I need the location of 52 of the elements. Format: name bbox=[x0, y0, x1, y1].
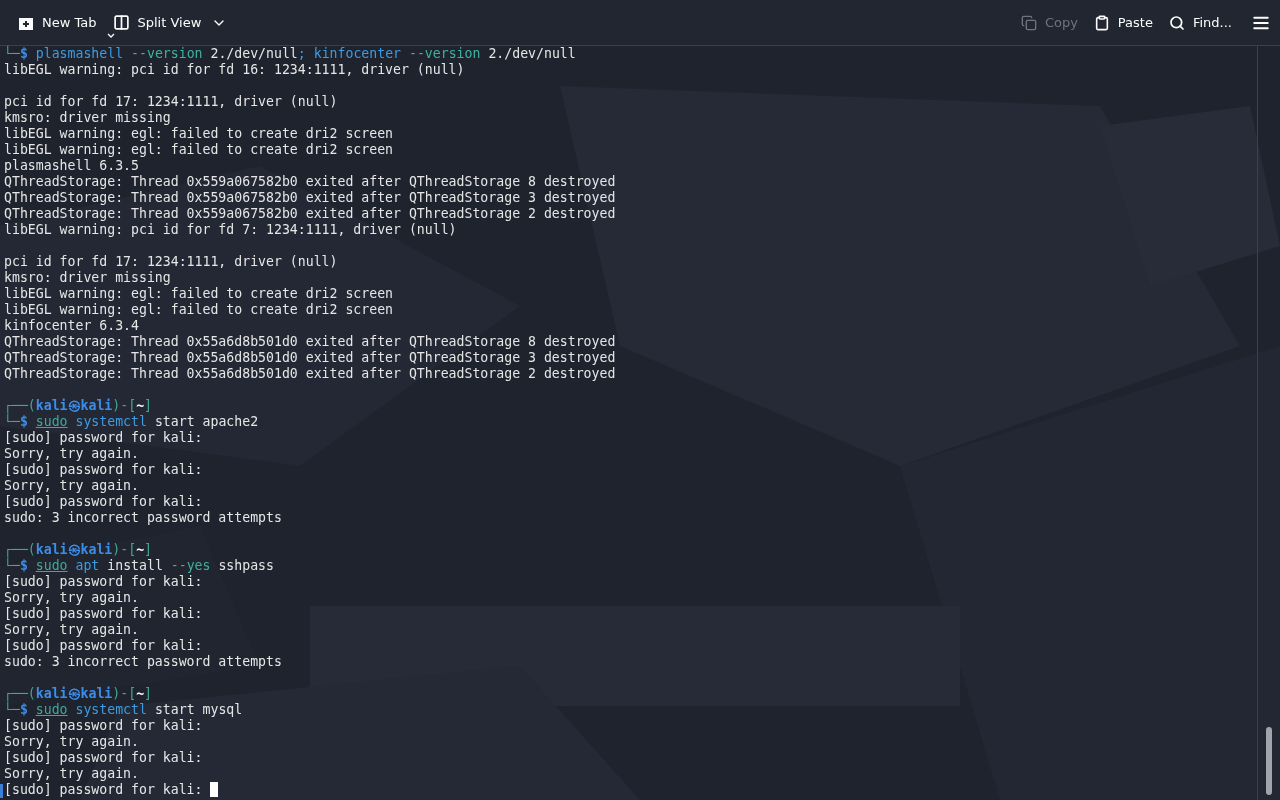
terminal-line: kmsro: driver missing bbox=[4, 270, 171, 286]
terminal-line: libEGL warning: egl: failed to create dri2 screen bbox=[4, 126, 394, 142]
terminal-line: [sudo] password for kali: bbox=[4, 430, 203, 446]
terminal-line: sudo: 3 incorrect password attempts bbox=[4, 510, 282, 526]
new-tab-button[interactable]: New Tab bbox=[12, 8, 103, 37]
terminal-line: Sorry, try again. bbox=[4, 734, 139, 750]
terminal-line: └─$ plasmashell --version 2./dev/null; kinfocenter --version 2./dev/null bbox=[4, 46, 576, 62]
terminal-line: ┌──(kali㉿kali)-[~] bbox=[4, 542, 153, 558]
search-icon bbox=[1168, 14, 1185, 31]
terminal-line: pci id for fd 17: 1234:1111, driver (null) bbox=[4, 254, 338, 270]
terminal-line: Sorry, try again. bbox=[4, 622, 139, 638]
terminal-line: └─$ sudo systemctl start apache2 bbox=[4, 414, 259, 430]
terminal-line: [sudo] password for kali: bbox=[4, 718, 203, 734]
terminal-line: libEGL warning: egl: failed to create dri2 screen bbox=[4, 302, 394, 318]
paste-button[interactable]: Paste bbox=[1087, 8, 1159, 37]
scrollbar-thumb[interactable] bbox=[1266, 727, 1272, 795]
terminal-line: plasmashell 6.3.5 bbox=[4, 158, 139, 174]
terminal-line: libEGL warning: pci id for fd 7: 1234:1111, driver (null) bbox=[4, 222, 457, 238]
terminal-line: [sudo] password for kali: bbox=[4, 574, 203, 590]
split-view-icon bbox=[112, 14, 130, 31]
terminal-line: QThreadStorage: Thread 0x559a067582b0 exited after QThreadStorage 3 destroyed bbox=[4, 190, 616, 206]
terminal-line: sudo: 3 incorrect password attempts bbox=[4, 654, 282, 670]
clipboard-icon bbox=[1093, 14, 1110, 31]
terminal-line: QThreadStorage: Thread 0x55a6d8b501d0 exited after QThreadStorage 2 destroyed bbox=[4, 366, 616, 382]
split-view-button[interactable]: Split View bbox=[106, 8, 208, 37]
terminal-line: QThreadStorage: Thread 0x55a6d8b501d0 exited after QThreadStorage 3 destroyed bbox=[4, 350, 616, 366]
terminal-line: pci id for fd 17: 1234:1111, driver (null) bbox=[4, 94, 338, 110]
terminal-line: libEGL warning: egl: failed to create dri2 screen bbox=[4, 142, 394, 158]
terminal-line: └─$ sudo systemctl start mysql bbox=[4, 702, 243, 718]
terminal-line: [sudo] password for kali: bbox=[4, 494, 203, 510]
terminal-line: kmsro: driver missing bbox=[4, 110, 171, 126]
terminal-line: kinfocenter 6.3.4 bbox=[4, 318, 139, 334]
terminal-line: [sudo] password for kali: bbox=[4, 462, 203, 478]
terminal-line: Sorry, try again. bbox=[4, 478, 139, 494]
terminal-line: └─$ sudo apt install --yes sshpass bbox=[4, 558, 274, 574]
terminal-line: Sorry, try again. bbox=[4, 766, 139, 782]
terminal-line: [sudo] password for kali: bbox=[4, 606, 203, 622]
terminal-line: Sorry, try again. bbox=[4, 446, 139, 462]
terminal-line: libEGL warning: pci id for fd 16: 1234:1111, driver (null) bbox=[4, 62, 465, 78]
terminal-line: Sorry, try again. bbox=[4, 590, 139, 606]
terminal-line: [sudo] password for kali: bbox=[4, 638, 203, 654]
terminal-line: ┌──(kali㉿kali)-[~] bbox=[4, 686, 153, 702]
terminal-line: QThreadStorage: Thread 0x559a067582b0 exited after QThreadStorage 2 destroyed bbox=[4, 206, 616, 222]
terminal-line: QThreadStorage: Thread 0x55a6d8b501d0 exited after QThreadStorage 8 destroyed bbox=[4, 334, 616, 350]
copy-icon bbox=[1020, 14, 1037, 31]
caret-icon bbox=[107, 32, 115, 38]
terminal-line: ┌──(kali㉿kali)-[~] bbox=[4, 398, 153, 414]
terminal-line: QThreadStorage: Thread 0x559a067582b0 exited after QThreadStorage 8 destroyed bbox=[4, 174, 616, 190]
terminal-line: [sudo] password for kali: bbox=[4, 750, 203, 766]
terminal-line: libEGL warning: egl: failed to create dri2 screen bbox=[4, 286, 394, 302]
find-button[interactable]: Find... bbox=[1162, 8, 1238, 37]
terminal-line: [sudo] password for kali: bbox=[4, 782, 219, 798]
